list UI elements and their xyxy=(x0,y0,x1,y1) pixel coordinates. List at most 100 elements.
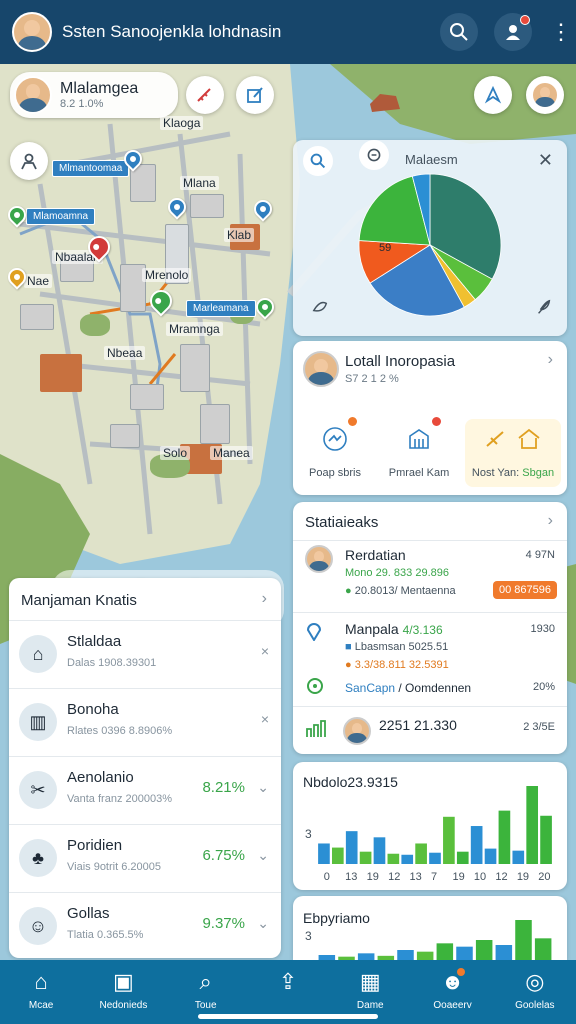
list-item[interactable]: ✂ Aenolanio Vanta franz 200003% 8.21% ⌄ xyxy=(9,756,281,824)
list-item[interactable]: ⌂ Stlaldaa Dalas 1908.39301 × xyxy=(9,620,281,688)
bar xyxy=(436,943,454,960)
list-title: Manjaman Knatis xyxy=(21,592,137,609)
list-item-action-icon[interactable]: × xyxy=(261,643,269,659)
action-post[interactable]: Poap sbris xyxy=(293,417,377,487)
stat-row[interactable]: 2251 21.330 2 3/5E xyxy=(293,706,567,754)
user-alert-icon xyxy=(506,25,520,40)
list-item-action-icon[interactable]: ⌄ xyxy=(257,779,269,796)
map-tag[interactable]: Mlamoamna xyxy=(26,208,96,225)
building xyxy=(130,384,164,410)
list-item-action-icon[interactable]: ⌄ xyxy=(257,847,269,864)
edit-map-button[interactable] xyxy=(236,76,274,114)
bar-chart-card: Nbdolo23.9315 3 0 13 19 12 13 7 19 10 12 19 20 xyxy=(293,762,567,890)
list-item-action-icon[interactable]: ⌄ xyxy=(257,915,269,932)
building xyxy=(200,404,230,444)
chart-panel: Malaesm ✕ 59 xyxy=(293,140,567,336)
search-button[interactable] xyxy=(440,13,478,51)
nav-item[interactable]: ☻ Ooaeerv xyxy=(411,960,493,1024)
bar xyxy=(345,831,358,864)
stat-value-c-text: 3.3/38.811 32.5391 xyxy=(354,659,449,671)
more-vertical-icon[interactable]: ⋮ xyxy=(550,21,572,43)
map-label: Klaoga xyxy=(160,116,204,130)
y-tick-label: 3 xyxy=(305,929,312,943)
list-item[interactable]: ♣ Poridien Viais 9otrit 6.20005 6.75% ⌄ xyxy=(9,824,281,892)
x-tick-label: 19 xyxy=(367,871,379,883)
profile-name: Lotall Inoropasia xyxy=(345,353,456,370)
list-item-title: Bonoha xyxy=(67,701,119,718)
stat-row[interactable]: Rerdatian Mono 29. 833 29.896 ● 20.8013/… xyxy=(293,540,567,610)
stat-avatar xyxy=(343,717,371,745)
list-item[interactable]: ☺ Gollas Tlatia 0.365.5% 9.37% ⌄ xyxy=(9,892,281,958)
stat-pill[interactable]: 00 867596 xyxy=(493,581,557,599)
nav-item[interactable]: ◎ Goolelas xyxy=(494,960,576,1024)
chat-icon[interactable] xyxy=(359,140,389,170)
profile-subtitle: S7 2 1 2 % xyxy=(345,373,399,385)
square-bullet-icon: ■ xyxy=(345,641,355,653)
building-icon: ▥ xyxy=(19,703,57,741)
notifications-button[interactable] xyxy=(494,13,532,51)
location-title: Mlalamgea xyxy=(60,80,139,97)
nav-item[interactable]: ⌂ Mcae xyxy=(0,960,82,1024)
bar xyxy=(318,843,330,864)
stat-sub-label: SanCapn / Oomdennen xyxy=(345,681,471,695)
bar xyxy=(512,850,525,864)
nav-label: Nedonieds xyxy=(99,1000,148,1011)
bar xyxy=(397,950,414,960)
list-item[interactable]: ▥ Bonoha Rlates 0396 8.8906% × xyxy=(9,688,281,756)
layers-button[interactable] xyxy=(10,142,48,180)
chevron-right-icon[interactable]: › xyxy=(548,512,553,530)
profile-map-button[interactable] xyxy=(526,76,564,114)
map-label: Klab xyxy=(224,228,255,242)
chevron-right-icon[interactable]: › xyxy=(548,351,553,369)
bar xyxy=(456,851,469,864)
close-icon[interactable]: ✕ xyxy=(538,150,553,171)
building xyxy=(180,344,210,392)
stat-sub-right: 20% xyxy=(532,681,555,693)
feather-icon[interactable] xyxy=(529,292,559,322)
bar xyxy=(357,953,375,960)
draw-route-button[interactable] xyxy=(186,76,224,114)
nav-label: Ooaeerv xyxy=(433,1000,472,1011)
list-item-subtitle: Rlates 0396 8.8906% xyxy=(67,725,173,737)
leaf-icon[interactable] xyxy=(305,292,335,322)
building xyxy=(20,304,54,330)
bar xyxy=(515,920,532,960)
pie-chart: 59 xyxy=(357,172,503,318)
action-panel[interactable]: Pmrael Kam xyxy=(377,417,461,487)
x-tick-label: 12 xyxy=(495,871,507,883)
chat-icon: ☻ xyxy=(440,969,465,994)
user-avatar[interactable] xyxy=(12,12,52,52)
map-tag[interactable]: Marleamana xyxy=(186,300,256,317)
statistics-card: Statiaieaks › Rerdatian Mono 29. 833 29.… xyxy=(293,502,567,754)
location-chip[interactable]: Mlalamgea 8.2 1.0% xyxy=(10,72,178,118)
bar xyxy=(470,826,483,864)
action-badge xyxy=(348,417,357,426)
house-icon: ⌂ xyxy=(19,635,57,673)
action-next[interactable]: Nost Yan: Sbgan xyxy=(465,419,561,487)
bar-chart-2-svg: 3 xyxy=(305,920,552,960)
chart-up-icon xyxy=(305,719,327,744)
map-label: Mlana xyxy=(180,176,219,190)
list-item-title: Poridien xyxy=(67,837,123,854)
navigation-button[interactable] xyxy=(474,76,512,114)
list-item-action-icon[interactable]: × xyxy=(261,711,269,727)
search-icon[interactable] xyxy=(303,146,333,176)
bicycle-icon xyxy=(315,417,357,459)
profile-card[interactable]: Lotall Inoropasia S7 2 1 2 % › Poap sbri… xyxy=(293,341,567,495)
chat-bubble-icon xyxy=(305,677,327,700)
stat-value-b-text: Lbasmsan 5025.51 xyxy=(354,641,449,653)
profile-avatar xyxy=(303,351,339,387)
stat-row[interactable]: Manpala 4/3.136 ■ Lbasmsan 5025.51 ● 3.3… xyxy=(293,612,567,704)
chevron-right-icon[interactable]: › xyxy=(262,590,267,608)
nav-label: Dame xyxy=(356,1000,384,1011)
map-tag[interactable]: Mlmantoomaa xyxy=(52,160,130,177)
location-avatar xyxy=(14,76,52,114)
list-item-percent: 9.37% xyxy=(202,915,245,932)
nav-item[interactable]: ▣ Nedonieds xyxy=(82,960,164,1024)
bar xyxy=(359,851,372,864)
map-label: Nae xyxy=(24,274,53,288)
tree-cluster xyxy=(80,314,110,336)
bullet-icon: ● xyxy=(345,659,355,671)
person-pin-icon xyxy=(21,153,37,170)
building xyxy=(190,194,224,218)
